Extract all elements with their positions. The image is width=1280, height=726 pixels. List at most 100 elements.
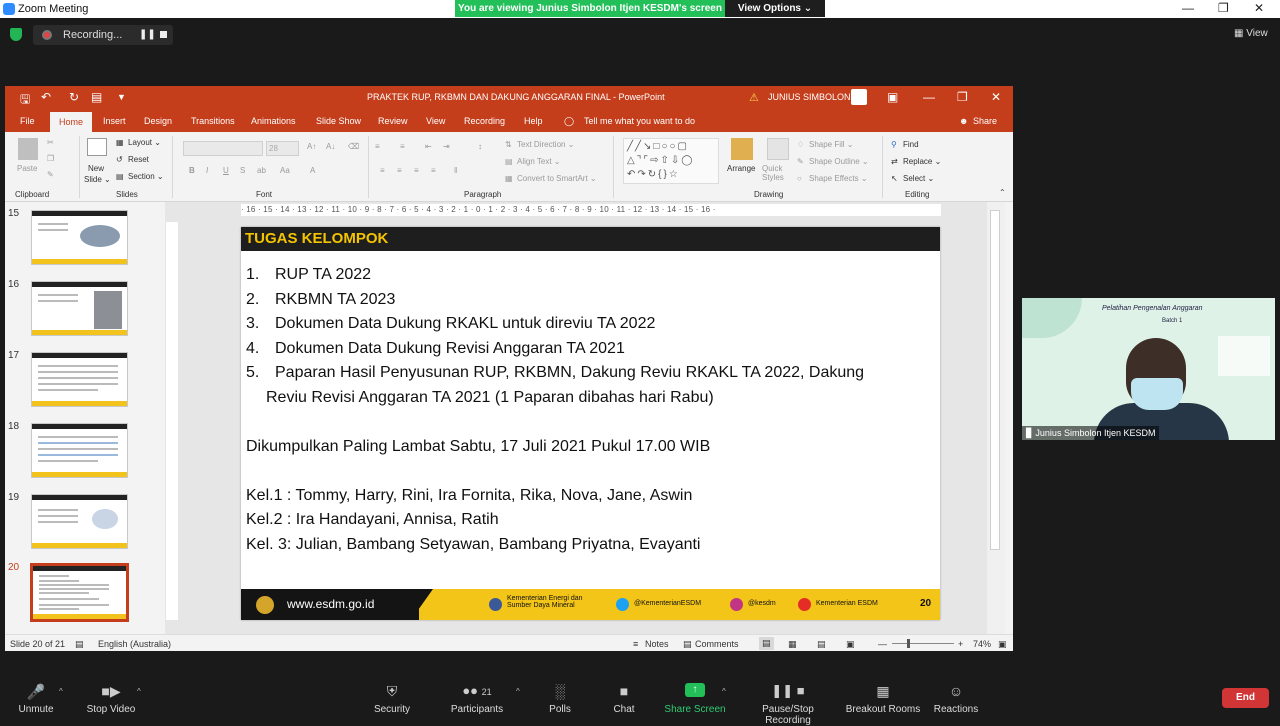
new-slide-dropdown[interactable]: Slide ⌄ — [84, 175, 111, 184]
share-screen-button[interactable]: ↑ Share Screen — [650, 670, 740, 715]
bold-icon[interactable]: B — [189, 166, 195, 175]
section-button[interactable]: Section ⌄ — [128, 172, 164, 181]
share-button[interactable]: Share — [973, 116, 997, 126]
customize-qat-icon[interactable]: ▼ — [117, 92, 126, 102]
tab-help[interactable]: Help — [524, 116, 543, 126]
notes-button[interactable]: Notes — [645, 639, 669, 649]
strikethrough-icon[interactable]: S — [240, 166, 245, 175]
collapse-ribbon-icon[interactable]: ⌃ — [999, 188, 1006, 197]
slide-thumbnail-18[interactable] — [31, 423, 128, 478]
tab-slide-show[interactable]: Slide Show — [316, 116, 361, 126]
italic-icon[interactable]: I — [206, 166, 208, 175]
text-direction-button[interactable]: Text Direction ⌄ — [517, 140, 574, 149]
columns-icon[interactable]: ‖ — [454, 166, 457, 175]
char-spacing-icon[interactable]: ab — [257, 166, 266, 175]
audio-options-caret[interactable]: ^ — [59, 687, 63, 696]
paste-icon[interactable] — [18, 138, 38, 160]
maximize-icon[interactable]: ❐ — [1218, 1, 1229, 15]
font-family-select[interactable] — [183, 141, 263, 156]
cut-icon[interactable]: ✂ — [47, 138, 54, 147]
decrease-font-icon[interactable]: A↓ — [326, 142, 335, 151]
format-painter-icon[interactable]: ✎ — [47, 170, 54, 179]
tab-home[interactable]: Home — [50, 112, 92, 132]
reactions-button[interactable]: ☺ Reactions — [911, 670, 1001, 715]
paste-button[interactable]: Paste — [17, 164, 37, 173]
slide-thumbnail-17[interactable] — [31, 352, 128, 407]
reading-view-icon[interactable]: ▤ — [817, 639, 826, 650]
spellcheck-icon[interactable]: ▤ — [75, 639, 84, 650]
slide-sorter-icon[interactable]: ▦ — [788, 639, 797, 650]
tab-view[interactable]: View — [426, 116, 445, 126]
align-center-icon[interactable]: ≡ — [397, 166, 402, 175]
participants-button[interactable]: ●● 21 Participants — [432, 670, 522, 715]
slide-thumbnail-16[interactable] — [31, 281, 128, 336]
slide-body[interactable]: 1. RUP TA 2022 2. RKBMN TA 2023 3. Dokumen … — [246, 263, 936, 557]
font-size-select[interactable]: 28 — [266, 141, 299, 156]
video-options-caret[interactable]: ^ — [137, 687, 141, 696]
slide-thumbnail-19[interactable] — [31, 494, 128, 549]
shape-fill-button[interactable]: Shape Fill ⌄ — [809, 140, 854, 149]
quick-styles-button[interactable]: Quick Styles — [762, 164, 794, 182]
tell-me-search[interactable]: Tell me what you want to do — [584, 116, 695, 126]
underline-icon[interactable]: U — [223, 166, 229, 175]
copy-icon[interactable]: ❐ — [47, 154, 54, 163]
tab-recording[interactable]: Recording — [464, 116, 505, 126]
reset-button[interactable]: Reset — [128, 155, 149, 164]
share-icon[interactable]: ☻ — [959, 116, 968, 126]
align-text-button[interactable]: Align Text ⌄ — [517, 157, 560, 166]
numbering-icon[interactable]: ≡ — [400, 142, 405, 151]
fit-slide-icon[interactable]: ▣ — [998, 639, 1007, 650]
tab-review[interactable]: Review — [378, 116, 408, 126]
normal-view-icon[interactable]: ▤ — [759, 637, 774, 650]
ppt-minimize-icon[interactable]: — — [923, 90, 935, 104]
replace-button[interactable]: Replace ⌄ — [903, 157, 941, 166]
end-meeting-button[interactable]: End — [1222, 688, 1269, 708]
save-icon[interactable]: 🖫 — [20, 90, 30, 111]
pause-stop-recording-button[interactable]: ❚❚ ■ Pause/Stop Recording — [743, 670, 833, 726]
convert-smartart-button[interactable]: Convert to SmartArt ⌄ — [517, 174, 597, 183]
vertical-scrollbar[interactable] — [987, 202, 1005, 634]
redo-icon[interactable]: ↻ — [69, 90, 79, 104]
zoom-in-icon[interactable]: + — [958, 639, 963, 649]
zoom-out-icon[interactable]: — — [878, 639, 887, 649]
ribbon-display-options-icon[interactable]: ▣ — [887, 90, 898, 104]
new-slide-label[interactable]: New — [88, 164, 104, 173]
align-right-icon[interactable]: ≡ — [414, 166, 419, 175]
tab-design[interactable]: Design — [144, 116, 172, 126]
zoom-level[interactable]: 74% — [973, 639, 991, 649]
comments-button[interactable]: Comments — [695, 639, 739, 649]
shapes-gallery[interactable]: ╱╱↘□○○▢ △⌝⌜⇨⇧⇩◯ ↶↷↻{}☆ — [623, 138, 719, 184]
tab-file[interactable]: File — [20, 116, 35, 126]
change-case-icon[interactable]: Aa — [280, 166, 290, 175]
select-button[interactable]: Select ⌄ — [903, 174, 934, 183]
pause-recording-icon[interactable]: ❚❚ — [139, 29, 156, 40]
encryption-shield-icon[interactable] — [10, 28, 22, 41]
stop-recording-icon[interactable] — [160, 31, 167, 38]
justify-icon[interactable]: ≡ — [431, 166, 436, 175]
language-status[interactable]: English (Australia) — [98, 639, 171, 649]
view-options-button[interactable]: View Options ⌄ — [725, 0, 825, 17]
decrease-indent-icon[interactable]: ⇤ — [425, 142, 432, 151]
view-layout-button[interactable]: ▦ View — [1234, 28, 1268, 39]
shape-outline-button[interactable]: Shape Outline ⌄ — [809, 157, 869, 166]
align-left-icon[interactable]: ≡ — [380, 166, 385, 175]
layout-button[interactable]: Layout ⌄ — [128, 138, 161, 147]
ppt-close-icon[interactable]: ✕ — [991, 90, 1001, 104]
share-options-caret[interactable]: ^ — [722, 687, 726, 696]
arrange-icon[interactable] — [731, 138, 753, 160]
shape-effects-button[interactable]: Shape Effects ⌄ — [809, 174, 868, 183]
quick-styles-icon[interactable] — [767, 138, 789, 160]
start-slideshow-icon[interactable]: ▤ — [91, 90, 102, 104]
ppt-restore-icon[interactable]: ❐ — [957, 90, 968, 104]
minimize-icon[interactable]: — — [1182, 1, 1194, 15]
slideshow-view-icon[interactable]: ▣ — [846, 639, 855, 650]
slide-thumbnail-20[interactable] — [30, 563, 129, 622]
bullets-icon[interactable]: ≡ — [375, 142, 380, 151]
zoom-slider-thumb[interactable] — [907, 639, 910, 648]
arrange-button[interactable]: Arrange — [727, 164, 755, 173]
participant-video-tile[interactable]: Pelatihan Pengenalan Anggaran Batch 1 ▊ … — [1022, 298, 1275, 440]
line-spacing-icon[interactable]: ↕ — [478, 142, 482, 151]
new-slide-icon[interactable] — [87, 138, 107, 156]
tab-animations[interactable]: Animations — [251, 116, 296, 126]
slide-canvas[interactable]: TUGAS KELOMPOK 1. RUP TA 2022 2. RKBMN TA … — [241, 227, 940, 620]
